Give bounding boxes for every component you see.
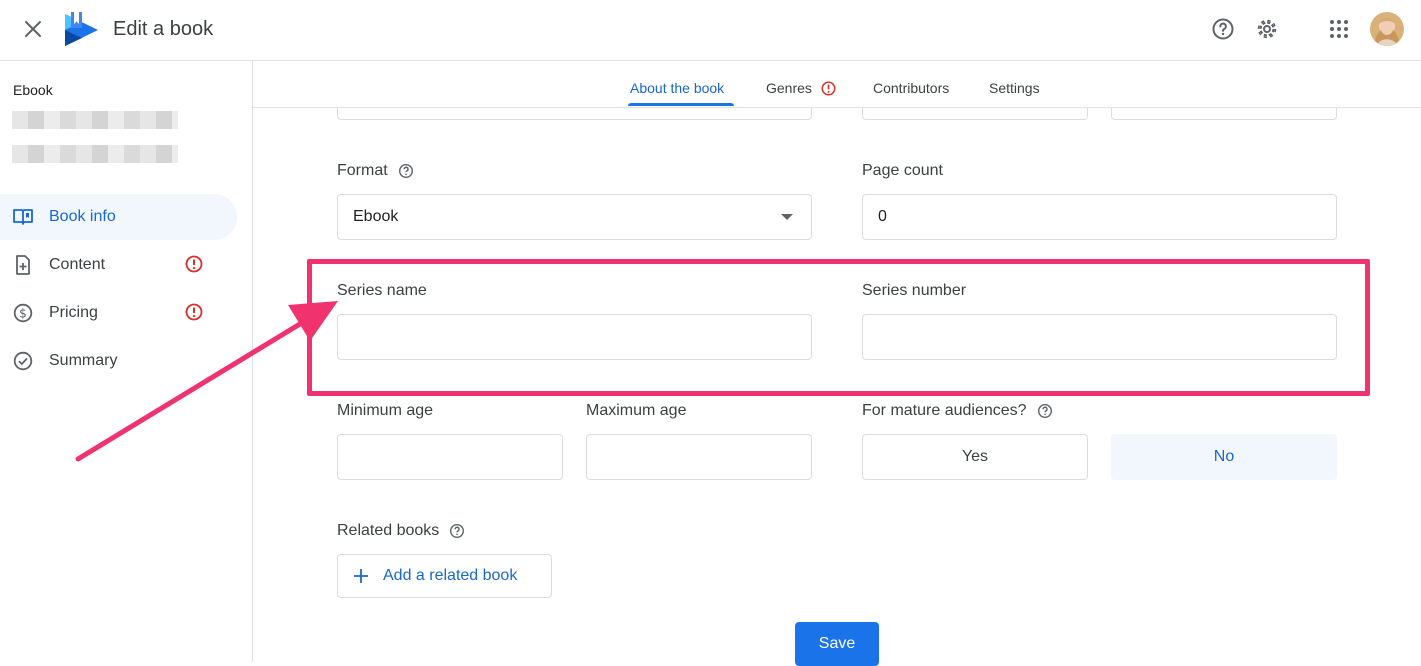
- book-title-redacted: [12, 111, 178, 129]
- file-add-icon: [11, 253, 35, 277]
- related-books-label: Related books: [337, 522, 465, 540]
- add-related-book-label: Add a related book: [383, 567, 518, 584]
- save-button[interactable]: Save: [795, 622, 879, 666]
- format-label: Format: [337, 162, 414, 180]
- help-icon[interactable]: [398, 163, 414, 179]
- help-icon[interactable]: [449, 523, 465, 539]
- format-select[interactable]: Ebook: [337, 194, 812, 240]
- settings-icon: [1257, 19, 1277, 39]
- tab-bar-bg: [253, 61, 1421, 108]
- plus-icon: [354, 569, 368, 583]
- maximum-age-label: Maximum age: [586, 402, 687, 419]
- maximum-age-input[interactable]: [586, 434, 812, 480]
- help-button[interactable]: [1209, 15, 1237, 43]
- page-count-label: Page count: [862, 162, 943, 179]
- mature-yes-button[interactable]: Yes: [862, 434, 1088, 480]
- format-label-text: Format: [337, 162, 388, 179]
- avatar-image: [1374, 18, 1400, 46]
- avatar[interactable]: [1370, 12, 1404, 46]
- mature-no-button[interactable]: No: [1111, 434, 1337, 480]
- tab-settings-label[interactable]: Settings: [989, 80, 1040, 96]
- page-title: Edit a book: [113, 18, 214, 40]
- close-button[interactable]: [20, 16, 46, 42]
- highlight-box: [307, 259, 1370, 396]
- tab-genres-overlay[interactable]: Genres: [766, 80, 836, 96]
- app-header: [0, 0, 1421, 61]
- mature-audiences-label: For mature audiences?: [862, 402, 1053, 420]
- add-related-book-button[interactable]: Add a related book: [337, 554, 552, 598]
- minimum-age-input[interactable]: [337, 434, 563, 480]
- close-icon: [25, 21, 41, 37]
- warning-icon: [821, 81, 836, 95]
- tab-contributors-label[interactable]: Contributors: [873, 80, 949, 96]
- book-author-redacted: [12, 145, 178, 163]
- book-type-label: Ebook: [13, 82, 53, 98]
- apps-button[interactable]: [1325, 15, 1353, 43]
- help-icon: [1212, 18, 1234, 40]
- mature-label-text: For mature audiences?: [862, 402, 1027, 419]
- active-tab-underline: [628, 103, 734, 106]
- tab-about-the-book-label[interactable]: About the book: [630, 80, 724, 96]
- tab-label: Genres: [766, 80, 812, 96]
- annotation-arrow: [75, 301, 338, 462]
- page-count-input[interactable]: 0: [862, 194, 1337, 240]
- sidebar-item-label: Book info: [49, 208, 116, 225]
- play-books-logo: [65, 12, 98, 46]
- format-value: Ebook: [353, 208, 399, 225]
- minimum-age-label: Minimum age: [337, 402, 434, 419]
- settings-button[interactable]: [1253, 15, 1281, 43]
- page-count-value: 0: [878, 208, 887, 225]
- book-open-icon: [11, 205, 35, 229]
- dollar-circle-icon: $: [11, 301, 35, 325]
- warning-icon: [185, 255, 203, 273]
- check-circle-icon: [11, 349, 35, 373]
- apps-grid-icon: [1330, 20, 1348, 38]
- related-books-label-text: Related books: [337, 522, 440, 539]
- sidebar-item-book-info[interactable]: Book info: [0, 194, 237, 240]
- sidebar-item-label: Content: [49, 256, 106, 273]
- help-icon[interactable]: [1037, 403, 1053, 419]
- sidebar-item-content[interactable]: Content: [0, 242, 237, 288]
- svg-text:$: $: [19, 307, 27, 321]
- dropdown-arrow-icon: [781, 214, 793, 220]
